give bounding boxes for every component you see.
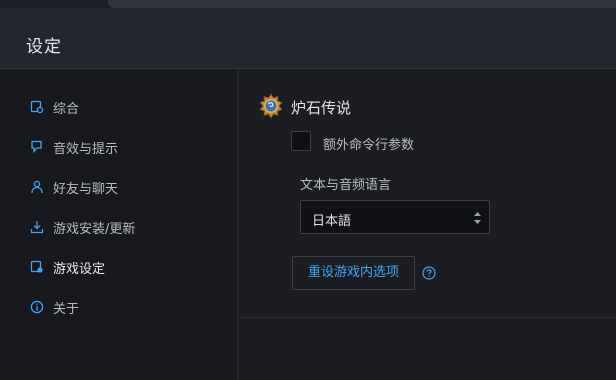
sidebar-item-label: 音效与提示 [53,141,119,157]
language-selected-value: 日本語 [312,214,352,229]
sidebar-item-label: 关于 [53,301,80,317]
friends-icon [30,180,44,194]
sidebar-item-install-update[interactable]: 游戏安装/更新 [30,217,220,237]
sidebar-item-game-settings[interactable]: 游戏设定 [30,257,220,277]
sound-notification-icon [30,140,44,154]
reset-in-game-options-button[interactable]: 重设游戏内选项 [292,256,415,290]
download-icon [30,220,44,234]
panel-lower-area [239,319,616,380]
sidebar-item-label: 综合 [53,101,80,117]
top-tab-highlight [108,0,616,8]
page-title: 设定 [26,37,62,57]
sidebar-item-sound[interactable]: 音效与提示 [30,137,220,157]
select-arrows-icon [473,210,482,226]
extra-args-checkbox[interactable] [291,131,311,151]
extra-args-label: 额外命令行参数 [323,138,415,153]
language-select[interactable]: 日本語 [300,200,490,234]
sidebar-item-label: 游戏安装/更新 [53,221,136,237]
hearthstone-logo-icon [258,93,284,119]
game-title: 炉石传说 [291,99,352,117]
game-settings-panel: 炉石传说 额外命令行参数 文本与音频语言 日本語 重设游戏内选项 [239,70,616,318]
general-settings-icon [30,100,44,114]
game-settings-icon [30,260,44,274]
sidebar-item-label: 好友与聊天 [53,181,119,197]
info-icon [30,300,44,314]
settings-sidebar: 综合 音效与提示 好友与聊天 游戏安装/更新 游戏设定 关于 [0,70,238,380]
language-label: 文本与音频语言 [300,178,392,193]
sidebar-item-general[interactable]: 综合 [30,97,220,117]
sidebar-item-label: 游戏设定 [53,261,106,277]
window-top-strip [0,0,616,8]
help-icon[interactable] [422,265,436,280]
settings-header: 设定 [0,8,616,69]
sidebar-item-friends[interactable]: 好友与聊天 [30,177,220,197]
sidebar-item-about[interactable]: 关于 [30,297,220,317]
